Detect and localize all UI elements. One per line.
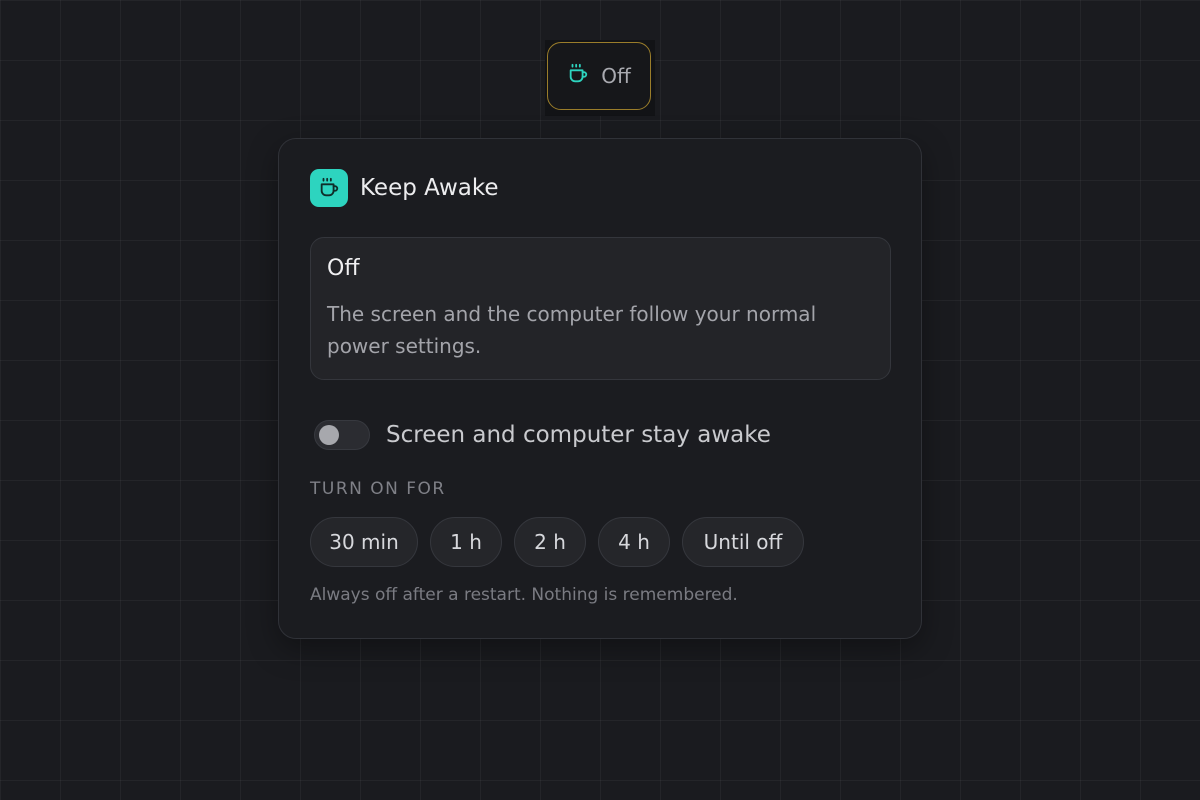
tray-status-label: Off <box>601 64 631 88</box>
stay-awake-toggle-label[interactable]: Screen and computer stay awake <box>386 422 771 448</box>
keep-awake-tray-button[interactable]: Off <box>547 42 651 110</box>
duration-4-h-button[interactable]: 4 h <box>598 517 670 567</box>
coffee-cup-icon <box>310 169 348 207</box>
status-card: Off The screen and the computer follow y… <box>310 237 891 380</box>
duration-2-h-button[interactable]: 2 h <box>514 517 586 567</box>
status-description: The screen and the computer follow your … <box>327 302 817 358</box>
duration-1-h-button[interactable]: 1 h <box>430 517 502 567</box>
tray-area: Off <box>545 40 655 116</box>
stay-awake-toggle-row: Screen and computer stay awake <box>314 420 771 450</box>
duration-30-min-button[interactable]: 30 min <box>310 517 418 567</box>
panel-header: Keep Awake <box>310 169 499 207</box>
restart-footnote: Always off after a restart. Nothing is r… <box>310 585 738 605</box>
turn-on-for-label: TURN ON FOR <box>310 479 446 499</box>
duration-until-off-button[interactable]: Until off <box>682 517 804 567</box>
coffee-cup-icon <box>567 63 589 89</box>
duration-options: 30 min 1 h 2 h 4 h Until off <box>310 517 804 567</box>
status-title: Off <box>327 256 360 281</box>
toggle-knob <box>319 425 339 445</box>
panel-title: Keep Awake <box>360 175 499 201</box>
stay-awake-toggle[interactable] <box>314 420 370 450</box>
keep-awake-panel: Keep Awake Off The screen and the comput… <box>278 138 922 639</box>
